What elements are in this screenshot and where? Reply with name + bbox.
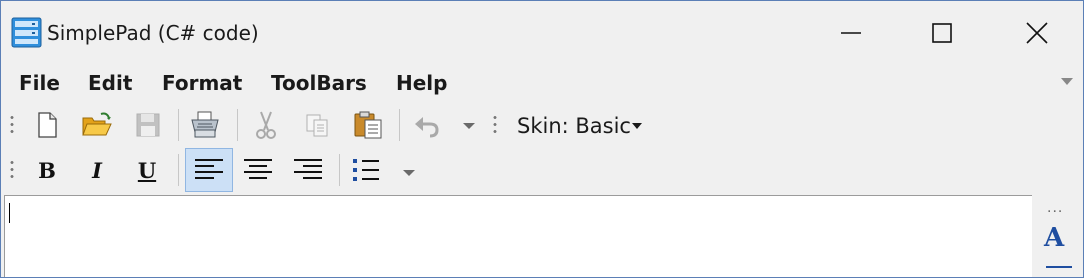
print-button[interactable] xyxy=(185,105,225,145)
bullet-list-icon xyxy=(353,159,379,181)
open-folder-icon xyxy=(82,112,112,136)
menu-help[interactable]: Help xyxy=(396,71,447,95)
save-disk-icon xyxy=(136,113,160,137)
window-title: SimplePad (C# code) xyxy=(47,21,259,45)
undo-icon xyxy=(415,117,439,138)
align-center-button[interactable] xyxy=(238,150,278,190)
toolbar-separator xyxy=(178,154,179,186)
scissors-icon xyxy=(256,111,276,139)
bold-button[interactable]: B xyxy=(27,150,67,190)
new-document-icon xyxy=(38,112,57,138)
font-icon[interactable]: A xyxy=(1044,223,1064,253)
toolbar-grip[interactable] xyxy=(493,114,497,136)
skin-selector[interactable]: Skin: Basic xyxy=(517,114,631,138)
toolbar-grip[interactable] xyxy=(10,114,14,136)
align-left-icon xyxy=(195,159,223,179)
menu-file[interactable]: File xyxy=(19,71,60,95)
close-button[interactable] xyxy=(1012,9,1062,57)
menu-toolbars[interactable]: ToolBars xyxy=(271,71,367,95)
standard-toolbar: Skin: Basic xyxy=(1,103,1083,147)
skin-dropdown-icon[interactable] xyxy=(632,123,642,129)
notepad-app-icon xyxy=(11,17,42,48)
copy-icon xyxy=(306,114,328,137)
align-right-button[interactable] xyxy=(288,150,328,190)
cut-button[interactable] xyxy=(246,105,286,145)
editor-textarea[interactable] xyxy=(4,195,1032,277)
more-options-icon[interactable]: ... xyxy=(1047,199,1063,217)
font-color-bar xyxy=(1046,266,1072,268)
toolbar-separator xyxy=(178,109,179,141)
italic-button[interactable]: I xyxy=(77,150,117,190)
undo-dropdown-icon[interactable] xyxy=(463,123,475,129)
minimize-button[interactable] xyxy=(826,9,876,57)
align-right-icon xyxy=(294,159,322,179)
chevron-down-icon[interactable] xyxy=(1061,78,1073,85)
close-icon xyxy=(1026,22,1048,44)
new-button[interactable] xyxy=(27,105,67,145)
bold-icon: B xyxy=(38,157,56,183)
maximize-button[interactable] xyxy=(917,9,967,57)
undo-button[interactable] xyxy=(407,105,447,145)
align-center-icon xyxy=(244,159,272,179)
bullet-list-button[interactable] xyxy=(346,150,386,190)
underline-button[interactable]: U xyxy=(127,150,167,190)
paste-button[interactable] xyxy=(348,105,388,145)
text-caret xyxy=(9,203,10,223)
menu-bar: File Edit Format ToolBars Help xyxy=(1,65,1083,99)
printer-icon xyxy=(191,111,219,138)
menu-edit[interactable]: Edit xyxy=(88,71,132,95)
format-toolbar: B I U xyxy=(1,148,1083,192)
app-window: SimplePad (C# code) File Edit Format Too… xyxy=(0,0,1084,278)
save-button[interactable] xyxy=(128,105,168,145)
menu-format[interactable]: Format xyxy=(162,71,242,95)
maximize-icon xyxy=(932,23,952,43)
toolbar-separator xyxy=(399,109,400,141)
title-bar[interactable]: SimplePad (C# code) xyxy=(1,1,1083,63)
toolbar-separator xyxy=(339,154,340,186)
open-button[interactable] xyxy=(77,105,117,145)
italic-icon: I xyxy=(92,157,102,183)
list-dropdown-icon[interactable] xyxy=(403,170,415,176)
paste-clipboard-icon xyxy=(354,111,382,139)
toolbar-separator xyxy=(237,109,238,141)
toolbar-grip[interactable] xyxy=(10,159,14,181)
underline-icon: U xyxy=(137,157,157,183)
minimize-icon xyxy=(841,32,861,34)
copy-button[interactable] xyxy=(297,105,337,145)
align-left-button[interactable] xyxy=(185,148,233,192)
